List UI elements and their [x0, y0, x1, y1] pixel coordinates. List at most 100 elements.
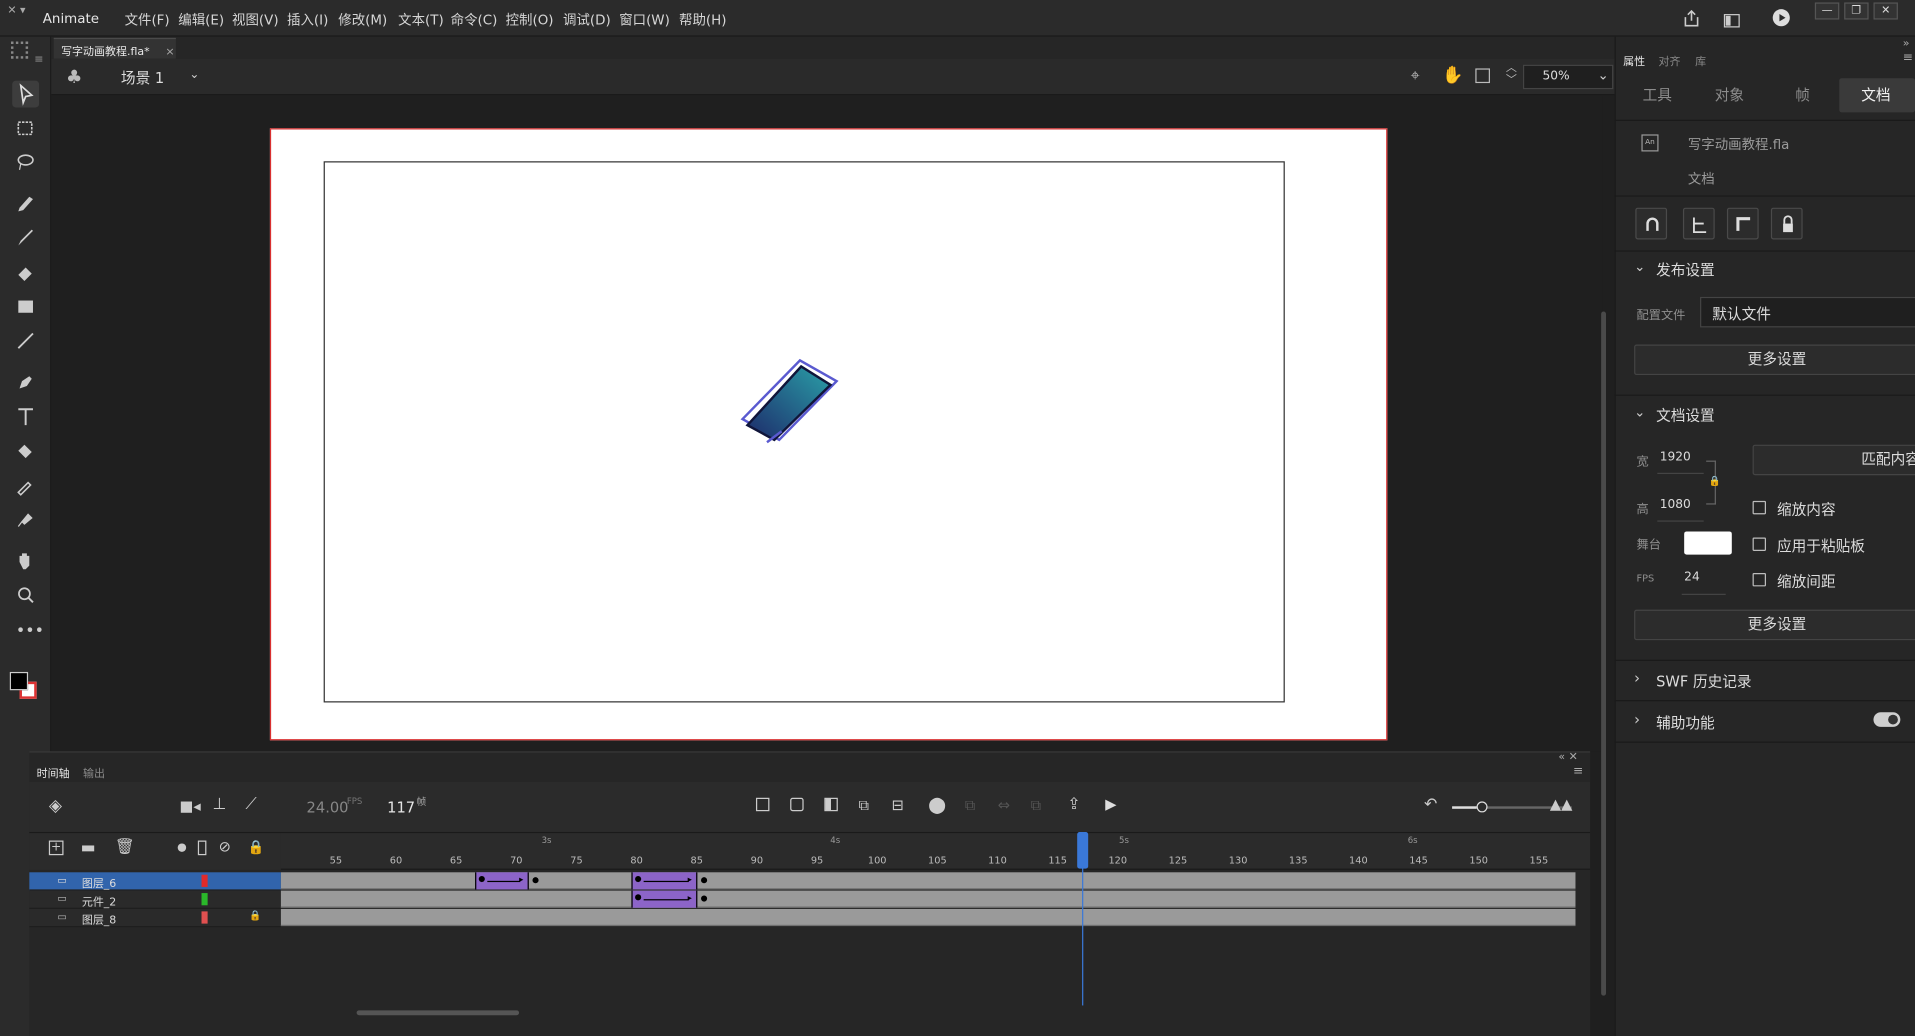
layer-color-swatch[interactable] — [201, 911, 208, 924]
timeline-h-scrollbar[interactable] — [356, 1010, 520, 1016]
document-tab[interactable]: 写字动画教程.fla* × — [53, 37, 176, 59]
swf-history-title[interactable]: SWF 历史记录 — [1656, 671, 1752, 692]
line-tool-icon[interactable] — [12, 327, 39, 354]
center-stage-icon[interactable]: ⌖ — [1411, 67, 1420, 85]
free-transform-tool-icon[interactable] — [12, 115, 39, 142]
publish-settings-title[interactable]: 发布设置 — [1656, 259, 1715, 280]
menu-text[interactable]: 文本(T) — [398, 10, 444, 30]
publish-more-settings-button[interactable]: 更多设置 — [1634, 344, 1915, 376]
eraser-tool-icon[interactable] — [12, 259, 39, 286]
undo-zoom-icon[interactable]: ↶ — [1424, 795, 1437, 813]
highlight-layer-icon[interactable]: ● — [177, 842, 187, 854]
profile-select[interactable]: 默认文件 — [1700, 296, 1915, 328]
scene-dropdown-icon[interactable]: ⌄ — [189, 68, 199, 81]
layer-name[interactable]: 元件_2 — [82, 893, 116, 909]
menu-window[interactable]: 窗口(W) — [619, 10, 670, 30]
layer-name[interactable]: 图层_8 — [82, 911, 116, 927]
pin-tool-icon[interactable] — [12, 506, 39, 533]
panel-collapse-icon[interactable]: » — [1903, 38, 1910, 50]
menu-modify[interactable]: 修改(M) — [338, 10, 387, 30]
menu-view[interactable]: 视图(V) — [232, 10, 279, 30]
scene-label[interactable]: 场景 1 — [121, 67, 164, 88]
panel-tab-properties[interactable]: 属性 — [1623, 53, 1645, 68]
workspace-icon[interactable] — [1723, 10, 1740, 33]
current-frame[interactable]: 117 — [387, 799, 415, 816]
share-icon[interactable] — [1683, 9, 1700, 32]
motion-tween-span[interactable]: ▸ — [631, 890, 697, 908]
stage-vertical-scrollbar[interactable] — [1601, 311, 1607, 996]
width-value[interactable]: 1920 — [1660, 451, 1691, 464]
paint-brush-tool-icon[interactable] — [12, 225, 39, 252]
clip-icon[interactable] — [1475, 68, 1490, 84]
hand-tool-icon[interactable] — [12, 547, 39, 574]
guides-icon[interactable] — [1682, 207, 1715, 240]
menu-control[interactable]: 控制(O) — [506, 10, 554, 30]
layer-row[interactable]: ▭ 图层_8 🔒 — [29, 908, 281, 928]
frame-ruler[interactable]: 55 60 65 70 75 80 85 90 95 100 105 110 115 120 125 130 1… — [280, 833, 1591, 870]
panel-tab-align[interactable]: 对齐 — [1659, 53, 1681, 68]
layer-color-swatch[interactable] — [201, 893, 208, 906]
new-folder-icon[interactable]: ▬ — [81, 839, 96, 857]
motion-tween-span[interactable]: ▸ — [475, 872, 529, 890]
motion-tween-span[interactable]: ▸ — [631, 872, 697, 890]
snap-icon[interactable] — [1635, 207, 1668, 240]
test-movie-icon[interactable] — [1772, 9, 1790, 32]
slider-handle[interactable] — [1476, 801, 1488, 813]
scale-content-checkbox[interactable] — [1752, 500, 1766, 515]
pen-tool-icon[interactable] — [12, 369, 39, 396]
insert-tween-icon[interactable]: ⧉ — [859, 797, 869, 815]
link-lock-icon[interactable]: 🔒 — [1709, 475, 1721, 486]
text-tool-icon[interactable] — [12, 403, 39, 430]
fps-field[interactable]: 24 — [1684, 571, 1700, 584]
apply-pasteboard-checkbox[interactable] — [1752, 537, 1766, 551]
frame-row[interactable] — [280, 890, 1576, 908]
menu-help[interactable]: 帮助(H) — [679, 10, 726, 30]
tools-menu-icon[interactable]: ≡ — [34, 54, 43, 66]
keyframe-icon[interactable] — [790, 797, 804, 812]
lock-layer-icon[interactable]: 🔒 — [248, 839, 265, 855]
tab-tool[interactable]: 工具 — [1643, 84, 1672, 105]
new-layer-icon[interactable]: + — [48, 840, 64, 856]
fps-value[interactable]: 24.00 — [307, 799, 349, 816]
delete-layer-icon[interactable]: 🗑 — [115, 838, 135, 856]
scale-spacing-checkbox[interactable] — [1752, 572, 1766, 587]
tab-timeline[interactable]: 时间轴 — [37, 765, 70, 780]
keyframe-dot[interactable] — [700, 895, 707, 902]
stroke-fill-swatch[interactable] — [9, 671, 42, 704]
publish-expand-icon[interactable]: ⌄ — [1634, 259, 1645, 275]
lasso-tool-icon[interactable] — [12, 149, 39, 176]
onion-skin-icon[interactable]: ⬤ — [928, 797, 946, 815]
close-button[interactable]: ✕ — [1873, 2, 1898, 20]
brush-tool-icon[interactable] — [12, 191, 39, 218]
outline-layer-icon[interactable] — [197, 840, 207, 856]
swf-history-expand-icon[interactable]: › — [1634, 669, 1640, 686]
timeline-collapse-icon[interactable]: « ✕ — [1558, 751, 1577, 763]
menu-insert[interactable]: 插入(I) — [287, 10, 328, 30]
menu-edit[interactable]: 编辑(E) — [178, 10, 224, 30]
layer-row[interactable]: ▭ 元件_2 — [29, 890, 281, 909]
first-frame-icon[interactable] — [755, 797, 770, 812]
menu-commands[interactable]: 命令(C) — [451, 10, 498, 30]
document-settings-title[interactable]: 文档设置 — [1656, 404, 1715, 425]
keyframe-dot[interactable] — [700, 877, 707, 884]
tab-object[interactable]: 对象 — [1715, 84, 1744, 105]
doc-more-settings-button[interactable]: 更多设置 — [1634, 609, 1915, 641]
layer-name[interactable]: 图层_6 — [82, 875, 116, 890]
zoom-field[interactable]: 50% ⌄ — [1522, 64, 1614, 90]
loop-icon[interactable]: ⇪ — [1067, 795, 1080, 813]
rectangle-tool-icon[interactable] — [12, 293, 39, 320]
visibility-icon[interactable]: ⊘ — [219, 838, 231, 855]
keyframe-dot[interactable] — [531, 877, 539, 884]
layer-color-swatch[interactable] — [201, 874, 208, 887]
lock-icon[interactable] — [1770, 207, 1803, 240]
accessibility-toggle[interactable] — [1873, 712, 1901, 727]
eraser-graphic[interactable] — [733, 354, 843, 446]
blank-keyframe-icon[interactable] — [824, 797, 838, 812]
menu-debug[interactable]: 调试(D) — [563, 10, 611, 30]
playhead-handle[interactable] — [1076, 831, 1088, 869]
layers-icon[interactable]: ◈ — [49, 797, 62, 817]
stage-color-swatch[interactable] — [1684, 531, 1732, 555]
panel-tab-library[interactable]: 库 — [1695, 53, 1706, 68]
menu-file[interactable]: 文件(F) — [125, 10, 170, 30]
zoom-dropdown-icon[interactable]: ⌄ — [1597, 67, 1608, 83]
